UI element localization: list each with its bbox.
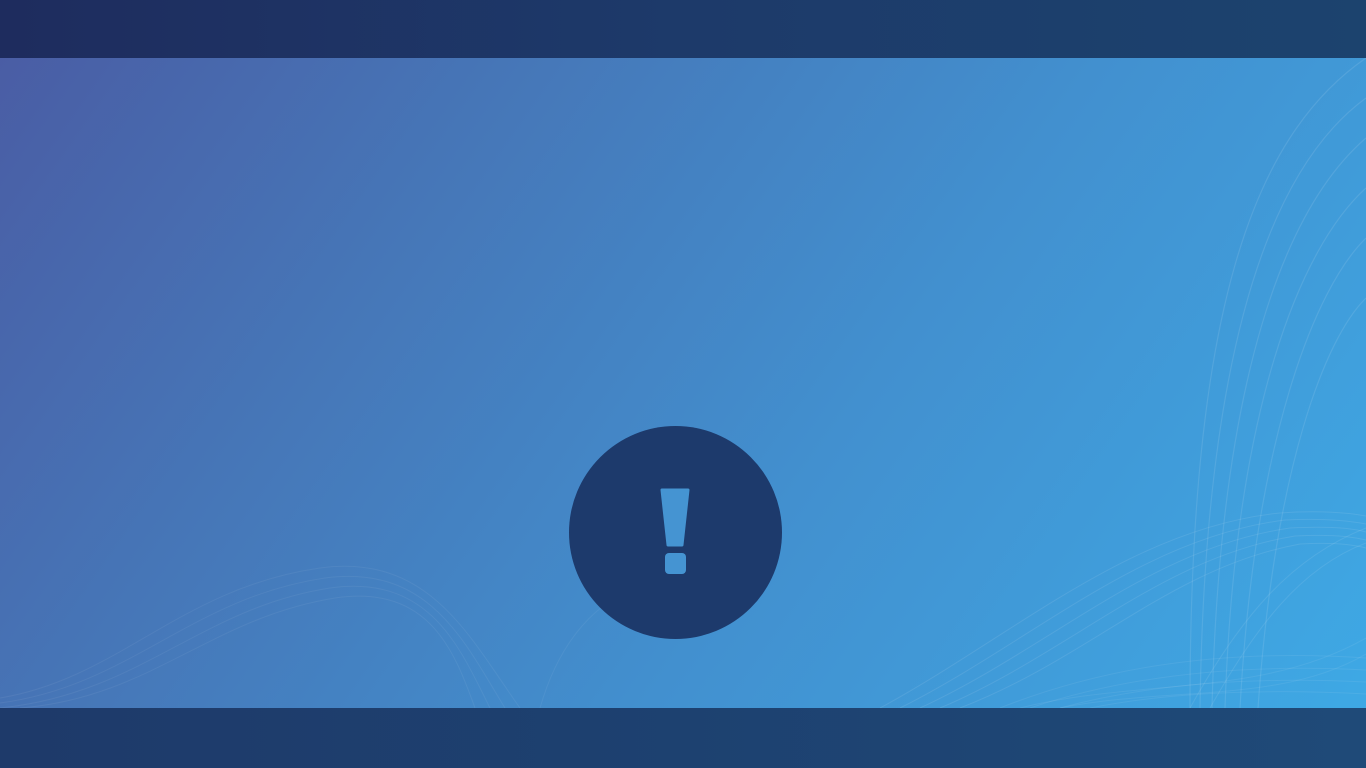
- top-bar: [0, 0, 1366, 58]
- exclamation-icon: [660, 488, 690, 574]
- error-screen: [0, 0, 1366, 768]
- warning-badge: [569, 426, 782, 639]
- bottom-bar: [0, 708, 1366, 768]
